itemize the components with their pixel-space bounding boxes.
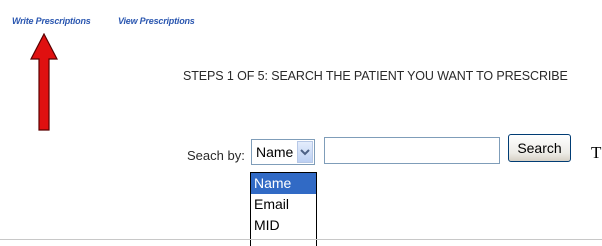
select-value: Name [256,144,294,160]
option-email[interactable]: Email [251,194,316,215]
view-prescriptions-link[interactable]: View Prescriptions [118,16,195,26]
chevron-down-icon[interactable] [297,141,313,163]
divider [0,239,602,240]
red-arrow-up-icon [30,33,58,131]
write-prescriptions-link[interactable]: Write Prescriptions [12,16,91,26]
search-by-select[interactable]: Name [251,139,315,165]
search-by-label: Seach by: [187,148,245,163]
stray-text: T [591,143,602,162]
search-input[interactable] [324,137,500,164]
search-button[interactable]: Search [508,134,571,162]
search-by-options: Name Email MID [250,172,317,246]
option-name[interactable]: Name [251,173,316,194]
option-mid[interactable]: MID [251,215,316,236]
steps-heading: STEPS 1 OF 5: SEARCH THE PATIENT YOU WAN… [183,69,568,83]
